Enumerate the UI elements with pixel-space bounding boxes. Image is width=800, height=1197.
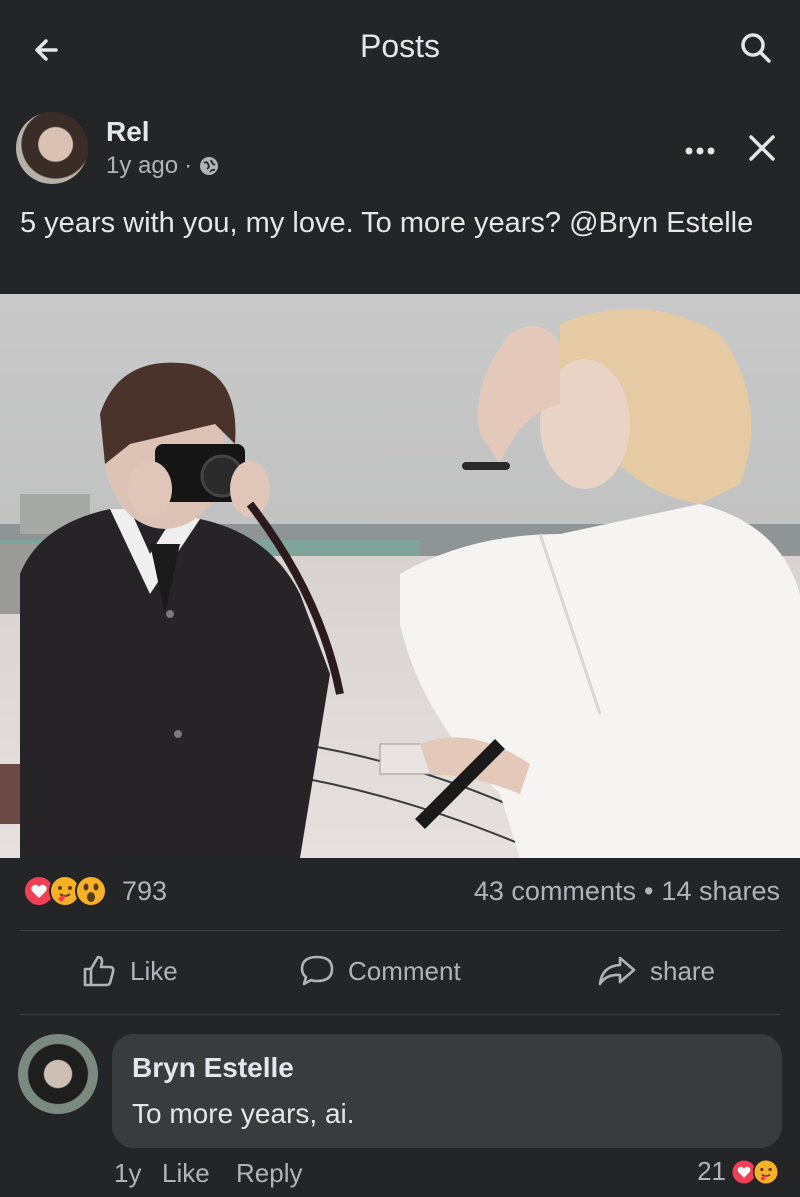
post-text: 5 years with you, my love. To more years… (20, 207, 754, 239)
comment-footer: 1y Like Reply 21 (112, 1156, 782, 1192)
comment-bubble[interactable]: Bryn Estelle To more years, ai. (112, 1034, 782, 1148)
comment-button[interactable]: Comment (298, 952, 461, 990)
like-label: Like (130, 955, 178, 986)
post-time[interactable]: 1y ago (106, 152, 178, 180)
reaction-icons[interactable] (22, 874, 108, 908)
search-button[interactable] (734, 26, 778, 70)
comment-label: Comment (348, 955, 461, 986)
close-icon (749, 135, 775, 161)
post-photo[interactable] (0, 294, 800, 858)
comment-author[interactable]: Bryn Estelle (132, 1052, 294, 1084)
commenter-avatar[interactable] (18, 1034, 98, 1114)
wow-reaction-icon (75, 875, 107, 907)
top-bar: Posts (0, 0, 800, 98)
comment-like-button[interactable]: Like (162, 1158, 210, 1189)
divider (20, 1014, 780, 1015)
comment-reactions[interactable]: 21 (697, 1156, 780, 1187)
more-icon (685, 147, 715, 155)
close-button[interactable] (742, 128, 782, 168)
comments-count[interactable]: 43 comments (474, 876, 636, 907)
photo-illustration (0, 294, 800, 858)
divider (20, 930, 780, 931)
share-icon (598, 956, 636, 986)
comment-icon (300, 955, 334, 986)
post-meta: 1y ago · (106, 152, 220, 180)
share-label: share (650, 955, 716, 986)
globe-icon (200, 157, 219, 175)
comment-time: 1y (114, 1158, 142, 1188)
comment-reply-button[interactable]: Reply (236, 1158, 302, 1189)
thumbs-up-icon (83, 955, 115, 987)
counts-separator: • (643, 876, 654, 906)
hug-reaction-icon (752, 1158, 780, 1185)
page-title: Posts (359, 28, 441, 64)
reaction-count[interactable]: 793 (122, 876, 167, 907)
engagement-counts: 43 comments • 14 shares (474, 876, 780, 907)
meta-separator: · (184, 152, 193, 179)
author-avatar[interactable] (16, 112, 88, 184)
comment-text: To more years, ai. (132, 1098, 355, 1129)
like-button[interactable]: Like (80, 952, 178, 990)
author-name[interactable]: Rel (106, 116, 150, 148)
share-button[interactable]: share (596, 952, 715, 990)
comment-reaction-count: 21 (697, 1156, 726, 1186)
post-header: Rel 1y ago · (0, 108, 800, 198)
search-icon (741, 33, 771, 63)
post-stats: 793 43 comments • 14 shares (0, 862, 800, 926)
more-options-button[interactable] (682, 136, 718, 166)
shares-count[interactable]: 14 shares (661, 876, 780, 907)
post-actions: Like Comment share (0, 936, 800, 1012)
